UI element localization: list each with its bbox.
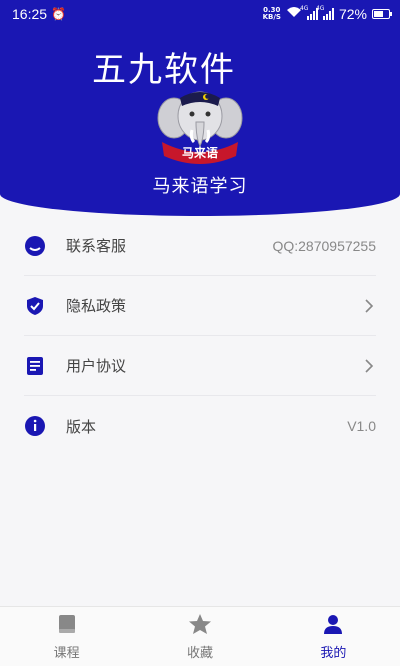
version-row: 版本 V1.0	[24, 396, 376, 456]
logo-text: 马来语	[181, 146, 218, 160]
row-label: 联系客服	[66, 237, 127, 255]
tab-label: 课程	[53, 645, 80, 661]
tab-course[interactable]: 课程	[0, 607, 133, 666]
chevron-right-icon	[362, 298, 376, 313]
person-icon	[322, 613, 344, 639]
tab-label: 我的	[320, 645, 347, 661]
book-icon	[56, 613, 78, 639]
star-icon	[188, 613, 212, 639]
document-icon	[24, 355, 46, 377]
app-name: 马来语学习	[152, 176, 248, 197]
row-value: V1.0	[347, 418, 376, 434]
info-icon	[24, 415, 46, 437]
row-label: 隐私政策	[66, 297, 127, 315]
alarm-icon: ⏰	[51, 7, 66, 21]
watermark-text: 五九软件	[92, 50, 236, 90]
signal-icon-2: 4G	[316, 5, 334, 20]
row-value: QQ:2870957255	[272, 237, 376, 254]
battery-icon	[372, 9, 392, 19]
profile-header: 16:25 ⏰ 0.30 KB/S 4G 4G 72% 五九软件 马来语 马来语…	[0, 0, 400, 216]
tab-mine[interactable]: 我的	[267, 607, 400, 666]
battery-percent: 72%	[338, 6, 367, 22]
row-label: 用户协议	[66, 357, 127, 375]
privacy-policy-row[interactable]: 隐私政策	[24, 276, 376, 336]
user-agreement-row[interactable]: 用户协议	[24, 336, 376, 396]
settings-list: 联系客服 QQ:2870957255 隐私政策 用户协议 版本 V1.0	[24, 216, 376, 456]
bottom-nav: 课程 收藏 我的	[0, 606, 400, 666]
network-speed: 0.30 KB/S	[262, 6, 281, 21]
chevron-right-icon	[362, 358, 376, 373]
shield-check-icon	[24, 295, 46, 317]
app-logo: 马来语	[156, 86, 244, 166]
chat-icon	[24, 235, 46, 257]
status-time: 16:25	[12, 6, 48, 22]
row-label: 版本	[66, 417, 97, 436]
contact-support-row[interactable]: 联系客服 QQ:2870957255	[24, 216, 376, 276]
tab-label: 收藏	[186, 645, 213, 661]
status-bar: 16:25 ⏰ 0.30 KB/S 4G 4G 72%	[0, 0, 400, 28]
tab-favorites[interactable]: 收藏	[133, 607, 266, 666]
